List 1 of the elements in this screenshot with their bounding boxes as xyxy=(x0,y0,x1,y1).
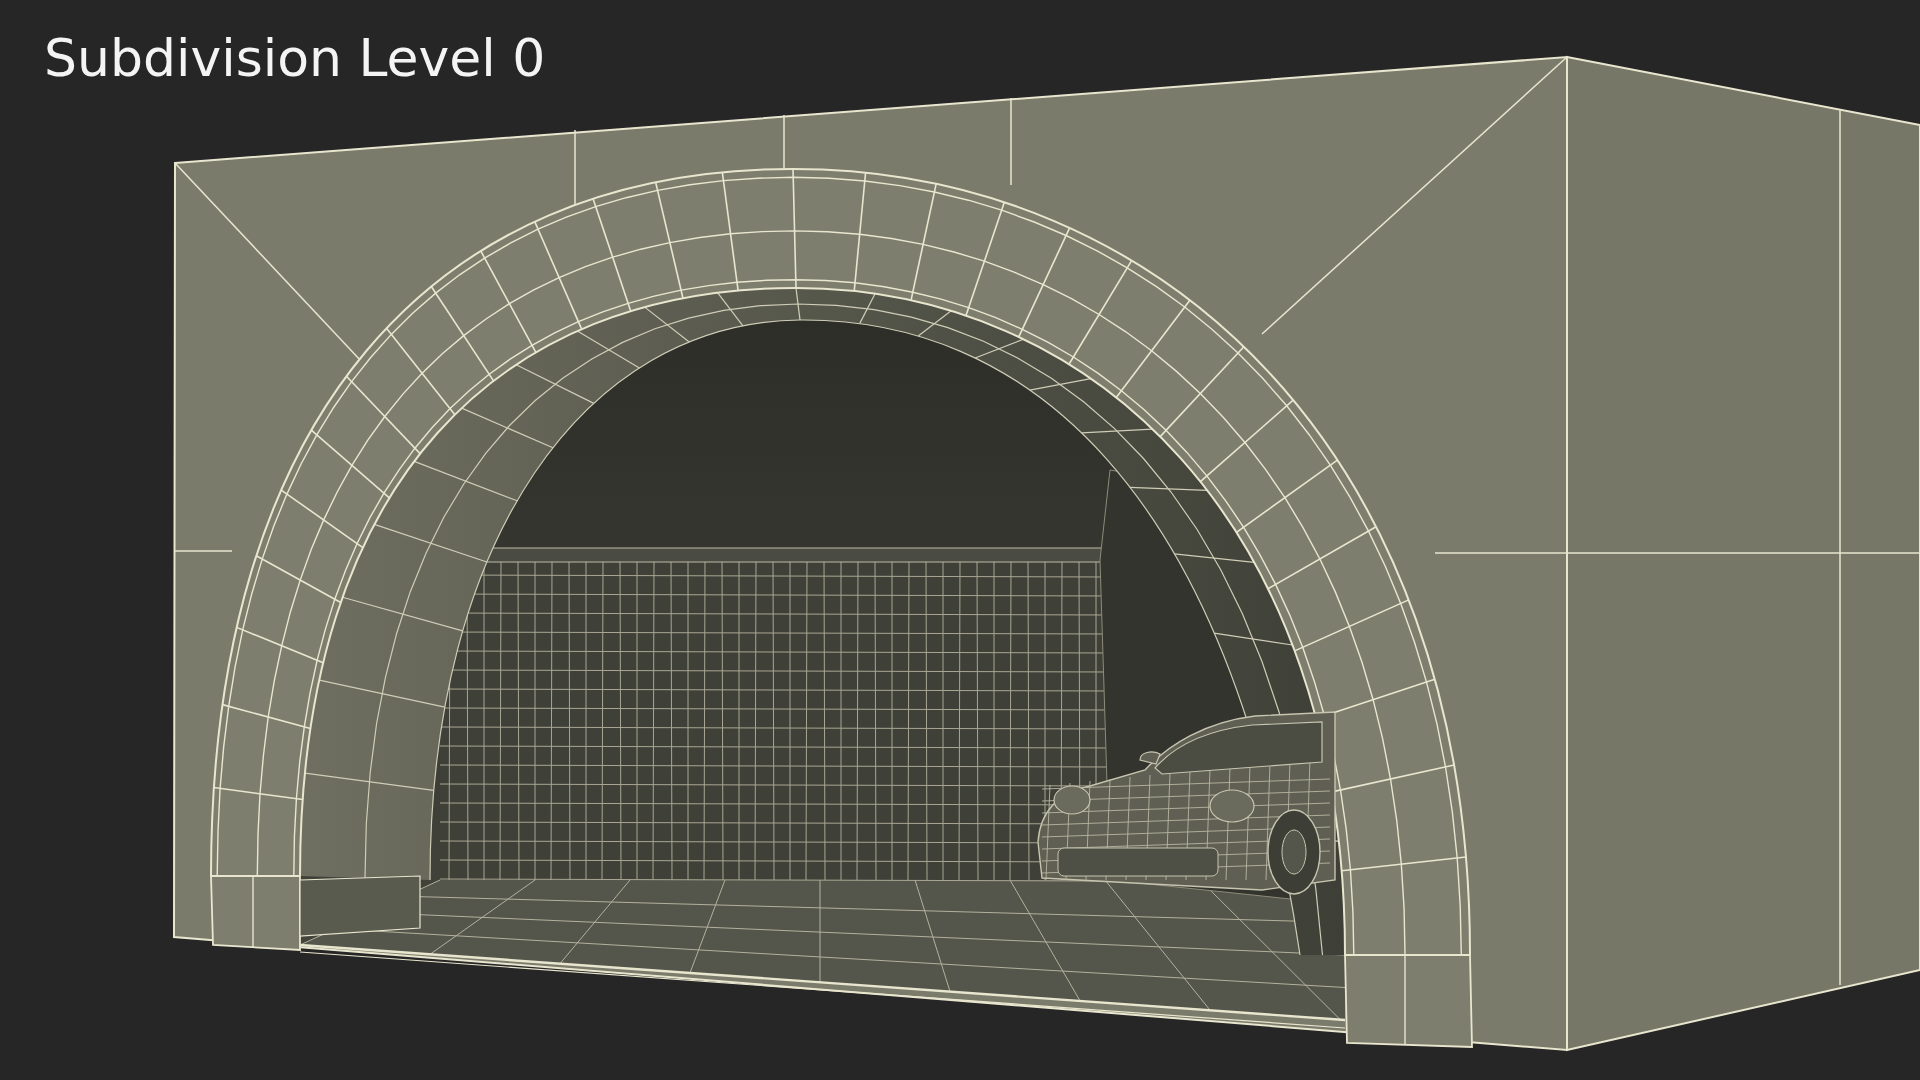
caption-text: Subdivision Level 0 xyxy=(44,32,546,84)
